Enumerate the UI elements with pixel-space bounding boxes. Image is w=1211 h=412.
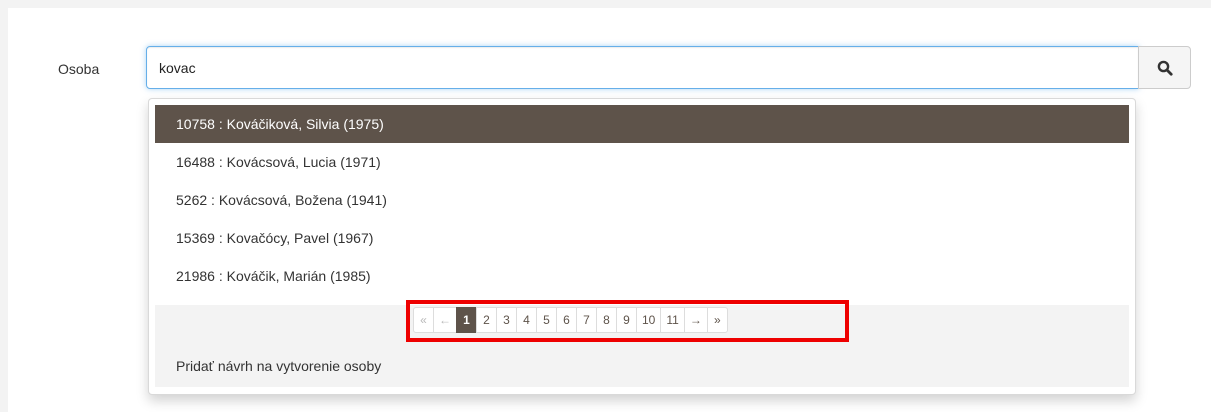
page-button-4[interactable]: 4 [516, 307, 537, 333]
pagination: « ← 1 2 3 4 5 6 7 8 9 10 11 → » [413, 307, 728, 334]
result-item[interactable]: 15369 : Kovačócy, Pavel (1967) [155, 219, 1129, 257]
result-item[interactable]: 21986 : Kováčik, Marián (1985) [155, 257, 1129, 295]
search-button[interactable] [1138, 46, 1191, 89]
page-button-6[interactable]: 6 [556, 307, 577, 333]
pager-area: « ← 1 2 3 4 5 6 7 8 9 10 11 → » Pridať n… [155, 300, 1129, 387]
page-button-3[interactable]: 3 [496, 307, 517, 333]
autocomplete-dropdown: 10758 : Kováčiková, Silvia (1975) 16488 … [148, 98, 1136, 395]
prev-page-button[interactable]: ← [433, 307, 457, 333]
page-button-5[interactable]: 5 [536, 307, 557, 333]
page-button-9[interactable]: 9 [616, 307, 637, 333]
page-button-10[interactable]: 10 [636, 307, 662, 333]
result-item[interactable]: 5262 : Kovácsová, Božena (1941) [155, 181, 1129, 219]
person-search-input[interactable] [146, 46, 1139, 89]
page-button-11[interactable]: 11 [660, 307, 685, 333]
last-page-button[interactable]: » [706, 307, 728, 333]
field-label-osoba: Osoba [58, 61, 100, 77]
add-person-proposal-link[interactable]: Pridať návrh na vytvorenie osoby [176, 358, 381, 374]
page-button-8[interactable]: 8 [596, 307, 617, 333]
result-item[interactable]: 16488 : Kovácsová, Lucia (1971) [155, 143, 1129, 181]
first-page-button[interactable]: « [413, 307, 434, 333]
search-icon [1157, 60, 1173, 76]
page-button-1[interactable]: 1 [456, 307, 477, 333]
result-item[interactable]: 10758 : Kováčiková, Silvia (1975) [155, 105, 1129, 143]
page-button-7[interactable]: 7 [576, 307, 597, 333]
page-button-2[interactable]: 2 [476, 307, 497, 333]
form-card: Osoba 10758 : Kováčiková, Silvia (1975) … [8, 8, 1211, 412]
next-page-button[interactable]: → [683, 307, 708, 333]
